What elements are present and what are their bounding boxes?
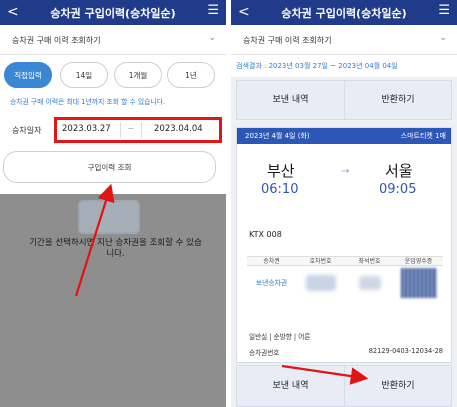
train-number: KTX 008 [249,230,282,239]
menu-icon[interactable]: ☰ [438,3,450,18]
query-dropdown[interactable]: 승차권 구매 이력 조회하기 ⌄ [0,25,226,55]
chevron-down-icon: ⌄ [439,33,447,43]
blurred-value [358,276,381,290]
menu-icon[interactable]: ☰ [207,3,219,18]
period-notice: 승차권 구매 이력은 최대 1년까지 조회 할 수 있습니다. [10,98,166,106]
sent-ticket-link[interactable]: 보낸승차권 [247,266,296,300]
table-row: 보낸승차권 [247,266,443,300]
arrival-time: 09:05 [379,182,417,197]
column-header: 운임영수증 [404,258,433,265]
query-dropdown[interactable]: 승차권 구매 이력 조회하기 ⌄ [231,25,457,55]
date-to-input[interactable]: 2023.04.04 [154,124,203,134]
ticket-table: 승차권 호차번호 좌석번호 운임영수증 보낸승차권 [247,256,443,300]
refund-button[interactable]: 반환하기 [344,81,451,119]
ticket-number-label: 승차권번호 [249,349,280,357]
date-label: 승차일자 [12,126,42,135]
dim-overlay: 기간을 선택하시면 지난 승차권을 조회할 수 있습니다. [0,194,226,407]
sent-history-button[interactable]: 보낸 내역 [237,81,344,119]
refund-button[interactable]: 반환하기 [344,366,451,406]
column-header: 좌석번호 [358,258,381,265]
period-1m-button[interactable]: 1개월 [114,62,162,88]
ticket-number: 82129-0403-12034-28 [368,347,443,355]
receipt-cell[interactable] [394,266,443,300]
departure-time: 06:10 [261,182,299,197]
ticket-date-bar: 2023년 4월 4일 (화) 스마트티켓 1매 [237,128,451,144]
right-panel: < 승차권 구입이력(승차일순) ☰ 승차권 구매 이력 조회하기 ⌄ 검색결과… [231,0,457,407]
page-title: 승차권 구입이력(승차일순) [50,7,176,20]
page-title: 승차권 구입이력(승차일순) [281,7,407,20]
empty-message: 기간을 선택하시면 지난 승차권을 조회할 수 있습니다. [29,238,202,259]
sent-history-button[interactable]: 보낸 내역 [237,366,344,406]
period-14d-button[interactable]: 14일 [60,62,108,88]
seat-number-cell [345,266,394,300]
period-1y-button[interactable]: 1년 [167,62,215,88]
ticket-illustration-icon [78,200,140,234]
header-bar: < 승차권 구입이력(승차일순) ☰ [0,0,226,25]
arrow-right-icon: → [341,166,350,177]
date-separator: ~ [120,122,142,138]
dropdown-label: 승차권 구매 이력 조회하기 [12,36,101,45]
period-custom-button[interactable]: 직접입력 [4,62,52,88]
ticket-card: 2023년 4월 4일 (화) 스마트티켓 1매 부산 → 서울 06:10 0… [236,127,452,363]
tab-bar-bottom: 보낸 내역 반환하기 [236,365,452,407]
arrival-station: 서울 [385,162,413,180]
ticket-date: 2023년 4월 4일 (화) [245,132,310,140]
ticket-type: 스마트티켓 1매 [400,132,446,140]
search-result-text: 검색결과 : 2023년 03월 27일 ~ 2023년 04월 04일 [236,62,398,70]
history-search-button[interactable]: 구입이력 조회 [3,151,216,183]
passenger-info: 일반실 | 순방향 | 어른 [249,333,311,341]
dropdown-label: 승차권 구매 이력 조회하기 [243,36,332,45]
chevron-down-icon: ⌄ [208,33,216,43]
header-bar: < 승차권 구입이력(승차일순) ☰ [231,0,457,25]
tab-bar-top: 보낸 내역 반환하기 [236,80,452,120]
date-from-input[interactable]: 2023.03.27 [62,124,111,134]
column-header: 호차번호 [309,258,332,265]
date-range-field[interactable]: 2023.03.27 ~ 2023.04.04 [54,117,222,143]
left-panel: < 승차권 구입이력(승차일순) ☰ 승차권 구매 이력 조회하기 ⌄ 직접입력… [0,0,226,407]
blurred-value [305,275,336,291]
column-header: 승차권 [263,258,280,265]
table-header: 승차권 호차번호 좌석번호 운임영수증 [247,256,443,266]
screenshot-wrap: < 승차권 구입이력(승차일순) ☰ 승차권 구매 이력 조회하기 ⌄ 직접입력… [0,0,457,407]
departure-station: 부산 [267,162,295,180]
qr-code-icon[interactable] [400,268,437,298]
car-number-cell [296,266,345,300]
